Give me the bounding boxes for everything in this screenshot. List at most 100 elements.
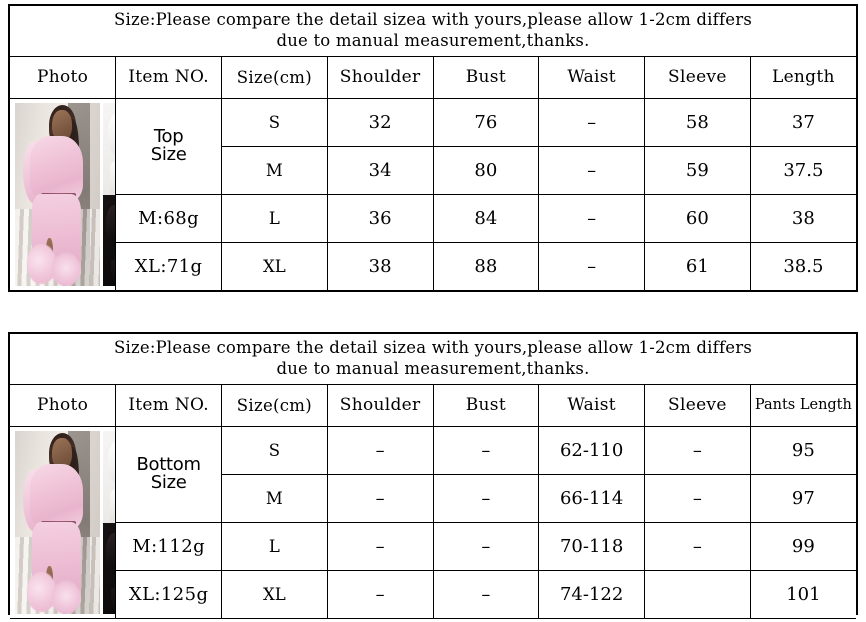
cell-size: XL (221, 569, 328, 619)
column-header-shoulder: Shoulder (326, 383, 434, 427)
header-row: Photo Item NO. Size(cm) Shoulder Bust Wa… (10, 383, 856, 427)
photo-cell (10, 97, 117, 291)
cell-shoulder: 32 (326, 97, 434, 147)
cell-length: 38 (749, 193, 856, 243)
white-outfit-photo (103, 102, 115, 197)
cell-sleeve: – (644, 425, 751, 475)
cell-size: S (221, 97, 328, 147)
item-no-label: Bottom Size (115, 425, 222, 523)
table-row: M:68g L 36 84 – 60 38 (10, 193, 856, 243)
cell-sleeve: 60 (644, 193, 751, 243)
cell-shoulder: 36 (326, 193, 434, 243)
note-line-1: Size:Please compare the detail sizea wit… (114, 10, 752, 29)
table-row: M:112g L – – 70-118 – 99 (10, 521, 856, 571)
header-row: Photo Item NO. Size(cm) Shoulder Bust Wa… (10, 55, 856, 99)
cell-waist: 66-114 (538, 473, 645, 523)
cell-pants-length: 95 (749, 425, 856, 475)
cell-bust: 76 (432, 97, 540, 147)
table-row: XL:125g XL – – 74-122 101 (10, 569, 856, 619)
column-header-waist: Waist (538, 55, 645, 99)
cell-waist: – (538, 193, 645, 243)
size-chart-page: Size:Please compare the detail sizea wit… (0, 0, 866, 622)
note-line-2: due to manual measurement,thanks. (276, 31, 590, 51)
column-header-pants-length: Pants Length (749, 383, 856, 427)
cell-shoulder: – (326, 569, 434, 619)
cell-shoulder: – (326, 473, 434, 523)
product-photo-collage (10, 99, 115, 290)
cell-waist: 74-122 (538, 569, 645, 619)
item-label-line-2: Size (150, 472, 187, 494)
cell-size: M (221, 473, 328, 523)
table-row: XL:71g XL 38 88 – 61 38.5 (10, 241, 856, 291)
column-header-bust: Bust (432, 383, 540, 427)
column-header-bust: Bust (432, 55, 540, 99)
cell-length: 37 (749, 97, 856, 147)
column-header-shoulder: Shoulder (326, 55, 434, 99)
cell-pants-length: 101 (749, 569, 856, 619)
cell-size: M (221, 145, 328, 195)
item-no-label: Top Size (115, 97, 222, 195)
cell-bust: – (432, 473, 540, 523)
cell-sleeve: 59 (644, 145, 751, 195)
cell-shoulder: 34 (326, 145, 434, 195)
cell-shoulder: – (326, 521, 434, 571)
item-weight-xl: XL:125g (115, 569, 222, 619)
white-outfit-photo (103, 430, 115, 525)
note-row: Size:Please compare the detail sizea wit… (10, 334, 856, 385)
cell-bust: 84 (432, 193, 540, 243)
top-size-table: Size:Please compare the detail sizea wit… (10, 6, 856, 291)
cell-pants-length: 97 (749, 473, 856, 523)
cell-bust: – (432, 569, 540, 619)
measurement-note: Size:Please compare the detail sizea wit… (10, 6, 856, 57)
measurement-note: Size:Please compare the detail sizea wit… (10, 334, 856, 385)
cell-bust: 80 (432, 145, 540, 195)
column-header-size: Size(cm) (221, 383, 328, 427)
column-header-item-no: Item NO. (115, 55, 222, 99)
table-row: Bottom Size S – – 62-110 – 95 (10, 425, 856, 619)
cell-shoulder: 38 (326, 241, 434, 291)
column-header-item-no: Item NO. (115, 383, 222, 427)
note-row: Size:Please compare the detail sizea wit… (10, 6, 856, 57)
item-label-line-2: Size (150, 144, 187, 166)
cell-size: XL (221, 241, 328, 291)
column-header-sleeve: Sleeve (644, 383, 751, 427)
cell-length: 37.5 (749, 145, 856, 195)
photo-cell (10, 425, 117, 619)
product-photo-collage (10, 427, 115, 618)
column-header-photo: Photo (10, 383, 117, 427)
item-weight-xl: XL:71g (115, 241, 222, 291)
cell-waist: – (538, 241, 645, 291)
cell-size: L (221, 521, 328, 571)
cell-size: S (221, 425, 328, 475)
column-header-sleeve: Sleeve (644, 55, 751, 99)
black-outfit-photo (103, 523, 115, 614)
cell-sleeve: 61 (644, 241, 751, 291)
note-line-1: Size:Please compare the detail sizea wit… (114, 338, 752, 357)
cell-bust: – (432, 521, 540, 571)
column-header-photo: Photo (10, 55, 117, 99)
cell-size: L (221, 193, 328, 243)
cell-sleeve: – (644, 521, 751, 571)
top-size-chart-block: Size:Please compare the detail sizea wit… (8, 4, 858, 292)
item-weight-m: M:112g (115, 521, 222, 571)
bottom-size-table: Size:Please compare the detail sizea wit… (10, 334, 856, 619)
column-header-waist: Waist (538, 383, 645, 427)
bottom-size-chart-block: Size:Please compare the detail sizea wit… (8, 332, 858, 619)
cell-waist: – (538, 145, 645, 195)
cell-sleeve: 58 (644, 97, 751, 147)
cell-length: 38.5 (749, 241, 856, 291)
pink-outfit-photo (15, 430, 100, 614)
black-outfit-photo (103, 195, 115, 286)
column-header-size: Size(cm) (221, 55, 328, 99)
cell-waist: 70-118 (538, 521, 645, 571)
cell-bust: 88 (432, 241, 540, 291)
table-row: Top Size S 32 76 – 58 37 (10, 97, 856, 291)
column-header-length: Length (749, 55, 856, 99)
cell-waist: – (538, 97, 645, 147)
cell-shoulder: – (326, 425, 434, 475)
cell-sleeve (644, 569, 751, 619)
cell-pants-length: 99 (749, 521, 856, 571)
item-weight-m: M:68g (115, 193, 222, 243)
cell-sleeve: – (644, 473, 751, 523)
note-line-2: due to manual measurement,thanks. (276, 359, 590, 379)
